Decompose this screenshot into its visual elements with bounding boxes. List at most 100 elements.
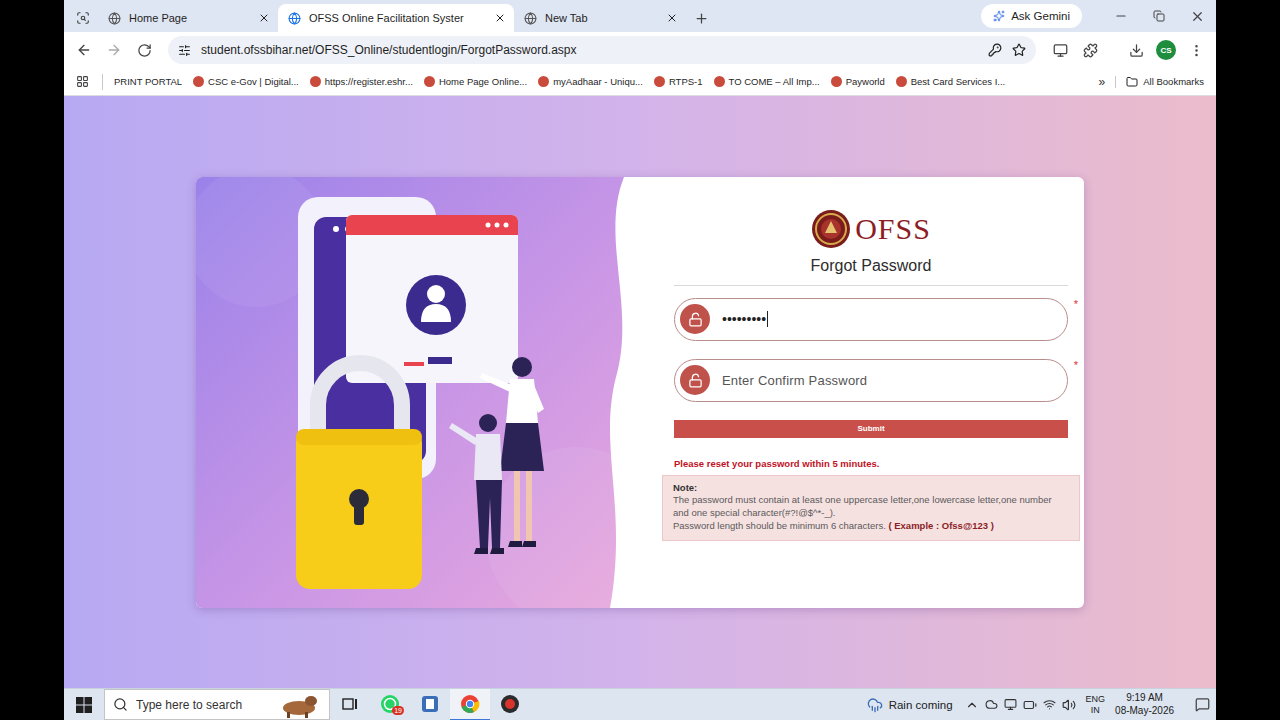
close-window-button[interactable] xyxy=(1178,0,1216,32)
bookmark[interactable]: Best Card Services I... xyxy=(893,76,1009,87)
field-wrap: Enter Confirm Password* xyxy=(674,359,1068,402)
password-field[interactable]: Enter Confirm Password xyxy=(674,359,1068,402)
forgot-password-card: OFSSForgot Password•••••••••*Enter Confi… xyxy=(196,177,1084,608)
start-button[interactable] xyxy=(64,689,104,720)
language-indicator[interactable]: ENGIN xyxy=(1086,694,1106,716)
app-icon xyxy=(420,694,440,714)
new-tab-button[interactable] xyxy=(686,4,716,32)
taskbar-app[interactable] xyxy=(450,689,490,720)
submit-button[interactable]: Submit xyxy=(674,420,1068,438)
required-mark: * xyxy=(1074,298,1078,310)
bookmark-favicon-icon xyxy=(831,76,842,87)
taskbar-app[interactable]: 19 xyxy=(370,689,410,720)
profile-button[interactable]: CS xyxy=(1152,36,1180,64)
search-placeholder: Type here to search xyxy=(136,698,267,712)
profile-avatar: CS xyxy=(1156,40,1176,60)
left-letterbox xyxy=(0,0,64,720)
bookmark-list: PRINT PORTAL CSC e-Gov | Digital... https:… xyxy=(111,76,1089,87)
restore-icon xyxy=(1153,10,1165,22)
close-tab-icon[interactable] xyxy=(258,12,270,24)
app-badge: 19 xyxy=(392,706,404,715)
menu-button[interactable] xyxy=(1182,36,1210,64)
taskbar: Type here to search 19 Rain coming ENGIN 9:1… xyxy=(64,688,1216,720)
forward-button[interactable] xyxy=(100,36,128,64)
bookmark-favicon-icon xyxy=(193,76,204,87)
page: OFSSForgot Password•••••••••*Enter Confi… xyxy=(64,96,1216,688)
battery-icon[interactable] xyxy=(1023,698,1037,712)
rain-icon xyxy=(867,697,883,713)
browser-tab[interactable]: OFSS Online Facilitation Syster xyxy=(278,4,514,32)
tab-search-button[interactable] xyxy=(68,4,98,32)
extensions-button[interactable] xyxy=(1076,36,1104,64)
password-field[interactable]: ••••••••• xyxy=(674,298,1068,341)
windows-start-icon xyxy=(76,697,92,713)
bookmark[interactable]: Payworld xyxy=(828,76,888,87)
tab-title: New Tab xyxy=(545,12,658,24)
bookmark[interactable]: RTPS-1 xyxy=(651,76,706,87)
divider xyxy=(674,285,1068,286)
bookmark-favicon-icon xyxy=(714,76,725,87)
right-letterbox xyxy=(1216,0,1280,720)
onedrive-icon[interactable] xyxy=(985,698,998,711)
folder-icon xyxy=(1126,76,1138,88)
field-value: ••••••••• xyxy=(722,311,768,327)
text-caret xyxy=(767,311,768,327)
site-info-icon[interactable] xyxy=(178,44,191,57)
bookmark[interactable]: Home Page Online... xyxy=(421,76,530,87)
app-icon xyxy=(500,694,520,714)
system-tray xyxy=(965,698,1076,712)
task-view-icon xyxy=(341,695,359,713)
all-bookmarks-button[interactable]: All Bookmarks xyxy=(1115,76,1204,88)
bookmark[interactable]: https://register.eshr... xyxy=(307,76,416,87)
forward-arrow-icon xyxy=(106,42,122,58)
close-tab-icon[interactable] xyxy=(494,12,506,24)
taskbar-app[interactable] xyxy=(330,689,370,720)
network-icon[interactable] xyxy=(1043,698,1056,711)
bookmark-star-icon[interactable] xyxy=(1012,43,1026,57)
close-icon xyxy=(1190,9,1205,24)
notifications-button[interactable] xyxy=(1188,689,1216,720)
bookmark[interactable]: TO COME – All Imp... xyxy=(711,76,823,87)
minimize-button[interactable] xyxy=(1102,0,1140,32)
more-bookmarks-button[interactable]: » xyxy=(1089,75,1116,89)
bookmark-favicon-icon xyxy=(310,76,321,87)
volume-icon[interactable] xyxy=(1062,698,1076,712)
display-icon[interactable] xyxy=(1004,698,1017,711)
bookmark[interactable]: CSC e-Gov | Digital... xyxy=(190,76,302,87)
weather-widget[interactable]: Rain coming xyxy=(867,697,953,713)
extension-icon xyxy=(1053,43,1068,58)
tab-strip: Home Page OFSS Online Facilitation Syster… xyxy=(64,0,1216,32)
browser-toolbar: student.ofssbihar.net/OFSS_Online/studen… xyxy=(64,32,1216,68)
apps-button[interactable] xyxy=(70,68,94,96)
ask-gemini-button[interactable]: Ask Gemini xyxy=(981,4,1082,28)
taskbar-app[interactable] xyxy=(410,689,450,720)
screen: Home Page OFSS Online Facilitation Syster… xyxy=(0,0,1280,720)
minimize-icon xyxy=(1114,9,1128,23)
tab-title: Home Page xyxy=(129,12,250,24)
taskbar-search[interactable]: Type here to search xyxy=(104,689,330,720)
back-arrow-icon xyxy=(76,42,92,58)
show-hidden-icons-icon[interactable] xyxy=(965,698,979,712)
downloads-button[interactable] xyxy=(1122,36,1150,64)
tab-favicon-icon xyxy=(288,12,301,25)
note-text: The password must contain at least one u… xyxy=(673,494,1069,520)
restore-button[interactable] xyxy=(1140,0,1178,32)
browser-tab[interactable]: New Tab xyxy=(514,4,686,32)
address-bar[interactable]: student.ofssbihar.net/OFSS_Online/studen… xyxy=(168,36,1036,64)
search-highlight-icon xyxy=(275,692,321,718)
reload-button[interactable] xyxy=(130,36,158,64)
bookmark[interactable]: PRINT PORTAL xyxy=(111,76,185,87)
field-lock-badge xyxy=(680,365,710,395)
bookmark[interactable]: myAadhaar - Uniqu... xyxy=(535,76,646,87)
extension-button[interactable] xyxy=(1046,36,1074,64)
back-button[interactable] xyxy=(70,36,98,64)
child-figure-icon xyxy=(449,414,504,554)
taskbar-app[interactable] xyxy=(490,689,530,720)
clock[interactable]: 9:19 AM08-May-2026 xyxy=(1115,692,1174,717)
password-key-icon[interactable] xyxy=(988,43,1002,57)
plus-icon xyxy=(694,11,709,26)
browser-tab[interactable]: Home Page xyxy=(98,4,278,32)
url-text: student.ofssbihar.net/OFSS_Online/studen… xyxy=(201,43,978,57)
close-tab-icon[interactable] xyxy=(666,12,678,24)
required-mark: * xyxy=(1074,359,1078,371)
